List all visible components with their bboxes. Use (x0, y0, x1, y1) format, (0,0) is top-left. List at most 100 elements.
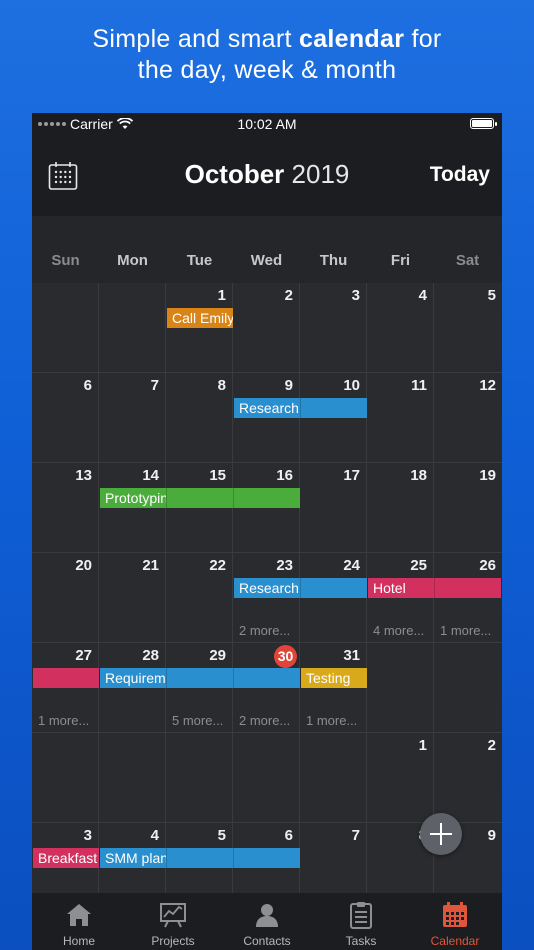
tagline-pre: Simple and smart (92, 25, 299, 53)
day-cell[interactable]: 13 (32, 463, 99, 553)
day-cell[interactable] (32, 283, 99, 373)
day-cell[interactable] (233, 733, 300, 823)
event-day-divider (166, 848, 167, 868)
tab-tasks[interactable]: Tasks (314, 893, 408, 950)
day-cell[interactable]: 4 (367, 283, 434, 373)
day-cell[interactable] (367, 643, 434, 733)
add-event-button[interactable] (420, 813, 462, 855)
day-number: 6 (284, 827, 293, 844)
weekday-wed: Wed (250, 252, 283, 269)
day-number: 5 (217, 827, 226, 844)
day-cell[interactable]: 28 (99, 643, 166, 733)
day-cell[interactable] (99, 283, 166, 373)
month-grid: 1 2 3 4 5 6 7 8 9 10 11 12 13 14 15 16 17 18 19 20 21 22 23 24 2… (32, 283, 502, 913)
day-cell[interactable]: 6 (32, 373, 99, 463)
event-bar[interactable]: Requirements (100, 668, 300, 688)
more-events-link[interactable]: 1 more... (38, 713, 89, 728)
more-events-link[interactable]: 4 more... (373, 623, 424, 638)
today-day-number: 30 (274, 645, 297, 668)
event-day-divider (233, 488, 234, 508)
day-cell[interactable]: 18 (367, 463, 434, 553)
event-title: SMM plan (105, 850, 166, 866)
event-bar[interactable]: SMM plan (100, 848, 300, 868)
more-events-link[interactable]: 2 more... (239, 713, 290, 728)
event-bar[interactable]: Research (234, 578, 367, 598)
weekday-mon: Mon (117, 252, 148, 269)
day-number: 31 (343, 647, 360, 664)
day-cell[interactable]: 2 (434, 733, 502, 823)
tab-contacts[interactable]: Contacts (220, 893, 314, 950)
tab-projects[interactable]: Projects (126, 893, 220, 950)
event-bar[interactable]: Hotel (368, 578, 501, 598)
day-cell[interactable]: 10 (300, 373, 367, 463)
day-number: 7 (150, 377, 159, 394)
tab-home[interactable]: Home (32, 893, 126, 950)
day-cell[interactable]: 21 (99, 553, 166, 643)
day-number: 2 (487, 737, 496, 754)
day-cell[interactable]: 1 (367, 733, 434, 823)
day-number: 9 (487, 827, 496, 844)
weekday-header: Sun Mon Tue Wed Thu Fri Sat (32, 216, 502, 283)
more-events-link[interactable]: 1 more... (440, 623, 491, 638)
weekday-thu: Thu (319, 252, 348, 269)
day-cell[interactable]: 8 (166, 373, 233, 463)
day-cell[interactable] (434, 643, 502, 733)
more-events-link[interactable]: 5 more... (172, 713, 223, 728)
event-bar[interactable]: Research (234, 398, 367, 418)
day-number: 8 (217, 377, 226, 394)
day-cell[interactable]: 9 (233, 373, 300, 463)
more-events-link[interactable]: 2 more... (239, 623, 290, 638)
day-cell[interactable]: 22 (166, 553, 233, 643)
event-bar[interactable]: Call Emily (167, 308, 233, 328)
tab-calendar[interactable]: Calendar (408, 893, 502, 950)
day-cell[interactable]: 17 (300, 463, 367, 553)
day-cell[interactable]: 1 (166, 283, 233, 373)
day-cell[interactable]: 11 (367, 373, 434, 463)
day-number: 21 (142, 557, 159, 574)
day-cell[interactable]: 19 (434, 463, 502, 553)
home-icon (67, 904, 91, 926)
event-bar[interactable]: Prototyping (100, 488, 300, 508)
day-cell[interactable]: 12 (434, 373, 502, 463)
day-cell[interactable]: 20 (32, 553, 99, 643)
day-number: 22 (209, 557, 226, 574)
day-cell[interactable]: 7 (99, 373, 166, 463)
day-number: 10 (343, 377, 360, 394)
event-day-divider (434, 578, 435, 598)
day-number: 20 (75, 557, 92, 574)
tab-bar: Home Projects Contacts Tasks Calendar (32, 893, 502, 950)
day-cell[interactable]: 16 (233, 463, 300, 553)
tagline-bold: calendar (299, 25, 405, 53)
day-cell[interactable]: 15 (166, 463, 233, 553)
calendar-icon (443, 902, 467, 927)
tab-label: Calendar (430, 934, 480, 948)
day-cell[interactable] (300, 733, 367, 823)
contacts-icon (256, 904, 278, 927)
today-button[interactable]: Today (430, 163, 490, 187)
event-day-divider (233, 668, 234, 688)
day-cell[interactable] (166, 733, 233, 823)
event-bar[interactable]: Breakfast (33, 848, 99, 868)
day-cell[interactable]: 14 (99, 463, 166, 553)
day-cell[interactable]: 3 (300, 283, 367, 373)
more-events-link[interactable]: 1 more... (306, 713, 357, 728)
day-number: 23 (276, 557, 293, 574)
day-cell[interactable]: 24 (300, 553, 367, 643)
event-bar[interactable]: Testing (301, 668, 367, 688)
event-bar[interactable] (33, 668, 99, 688)
day-cell[interactable]: 5 (434, 283, 502, 373)
day-number: 4 (150, 827, 159, 844)
year-label: 2019 (291, 159, 350, 189)
calendar-header: October 2019 Today (32, 135, 502, 216)
day-number: 11 (411, 377, 427, 394)
day-number: 6 (83, 377, 92, 394)
day-cell[interactable] (99, 733, 166, 823)
day-cell[interactable]: 2 (233, 283, 300, 373)
day-number: 29 (209, 647, 226, 664)
day-cell[interactable] (32, 733, 99, 823)
status-bar: Carrier 10:02 AM (32, 113, 502, 135)
tasks-clipboard-icon (350, 902, 372, 929)
day-number: 16 (276, 467, 293, 484)
event-day-divider (300, 578, 301, 598)
tab-label: Tasks (345, 934, 377, 948)
